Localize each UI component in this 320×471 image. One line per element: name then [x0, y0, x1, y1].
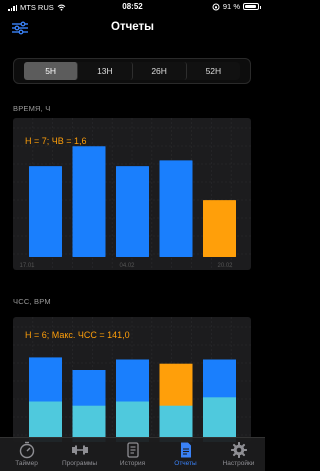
- hr-chart-annotation: Н = 6; Макс. ЧСС = 141,0: [25, 330, 130, 340]
- status-bar: MTS RUS 08:52 91 %: [0, 0, 265, 14]
- time-bar: [159, 160, 193, 257]
- time-chart-tick-label: 04.02: [119, 263, 135, 269]
- segment-13n[interactable]: 13Н: [78, 62, 133, 80]
- orientation-lock-icon: [212, 3, 220, 10]
- page-title: Отчеты: [111, 21, 154, 33]
- time-bar: [203, 200, 236, 257]
- time-bar: [29, 166, 62, 257]
- time-chart: Н = 7; ЧВ = 1,6 17.01 04.02 20.02: [13, 118, 251, 270]
- report-icon: [180, 442, 191, 458]
- tab-history[interactable]: История: [106, 441, 159, 467]
- navigation-bar: Отчеты: [0, 14, 265, 42]
- time-bar: [116, 166, 149, 257]
- time-bar: [72, 146, 106, 257]
- hr-avg-bar: [29, 401, 62, 442]
- tab-reports-label: Отчеты: [174, 460, 197, 467]
- hr-avg-bar: [203, 397, 236, 442]
- battery-percent: 91 %: [222, 2, 240, 11]
- tab-programs-label: Программы: [61, 460, 98, 467]
- tab-reports[interactable]: Отчеты: [159, 441, 212, 467]
- time-chart-annotation: Н = 7; ЧВ = 1,6: [25, 136, 87, 146]
- timer-icon: [19, 441, 34, 459]
- tab-timer[interactable]: Таймер: [0, 441, 53, 467]
- tab-settings-label: Настройки: [222, 460, 255, 467]
- battery-icon: [243, 3, 261, 10]
- time-chart-tick-label: 20.02: [217, 263, 233, 269]
- dumbbell-icon: [71, 445, 88, 455]
- status-right: 91 %: [212, 2, 261, 11]
- segment-26n[interactable]: 26Н: [133, 62, 187, 80]
- time-chart-svg: Н = 7; ЧВ = 1,6 17.01 04.02 20.02: [13, 118, 251, 270]
- hr-chart-svg: Н = 6; Макс. ЧСС = 141,0: [13, 317, 251, 442]
- period-segmented-control: 5Н 13Н 26Н 52Н: [13, 58, 251, 84]
- segment-5n[interactable]: 5Н: [24, 62, 79, 80]
- tab-programs[interactable]: Программы: [53, 441, 106, 467]
- hr-chart: Н = 6; Макс. ЧСС = 141,0: [13, 317, 251, 442]
- time-section-label: ВРЕМЯ, Ч: [13, 104, 51, 113]
- tab-settings[interactable]: Настройки: [212, 441, 265, 467]
- segment-52n[interactable]: 52Н: [187, 62, 240, 80]
- history-icon: [126, 442, 139, 458]
- gear-icon: [230, 442, 247, 458]
- hr-avg-bar: [116, 401, 149, 442]
- hr-section-label: ЧСС, BPM: [13, 297, 51, 306]
- time-chart-tick-label: 17.01: [19, 263, 35, 269]
- tab-bar: Таймер Программы История Отчеты Настройк…: [0, 437, 265, 471]
- tab-history-label: История: [119, 460, 146, 467]
- tab-timer-label: Таймер: [15, 460, 38, 467]
